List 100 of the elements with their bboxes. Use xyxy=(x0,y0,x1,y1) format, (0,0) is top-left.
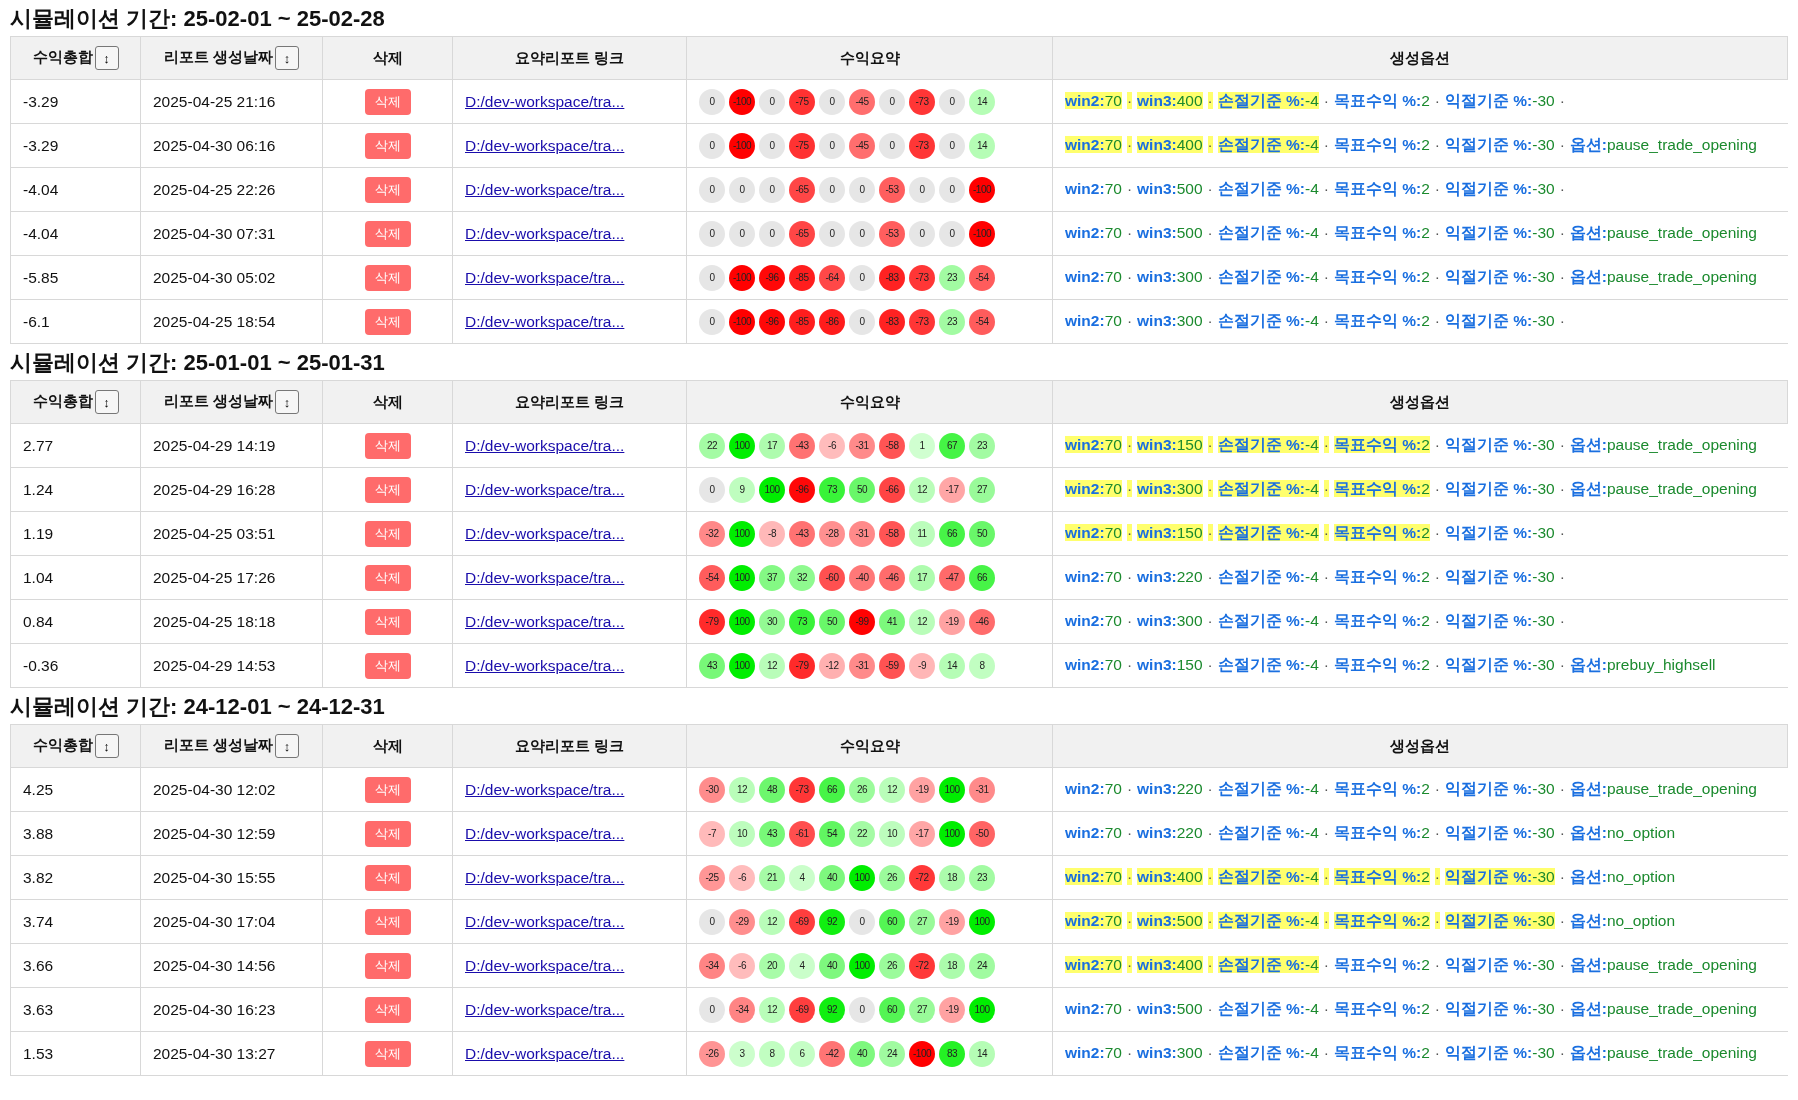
sort-button[interactable]: ↕ xyxy=(275,734,300,758)
option-item: 익절기준 %:-30 xyxy=(1445,480,1555,497)
option-item: win2:70 xyxy=(1065,224,1122,241)
report-link[interactable]: D:/dev-workspace/tra... xyxy=(465,92,625,110)
report-link[interactable]: D:/dev-workspace/tra... xyxy=(465,780,625,798)
profit-circle: -34 xyxy=(699,952,725,979)
profit-circle: 40 xyxy=(849,1040,875,1067)
table-cell: 2025-04-29 16:28 xyxy=(140,467,323,512)
profit-circle: -69 xyxy=(789,908,815,935)
profit-circle: -100 xyxy=(909,1040,935,1067)
column-label: 생성옵션 xyxy=(1390,48,1450,66)
profit-circle: -53 xyxy=(879,176,905,203)
table-cell: 2025-04-30 15:55 xyxy=(140,855,323,900)
profit-circle: 43 xyxy=(699,652,725,679)
option-item: 익절기준 %:-30 xyxy=(1445,912,1555,929)
sort-button[interactable]: ↕ xyxy=(275,46,300,70)
report-link[interactable]: D:/dev-workspace/tra... xyxy=(465,568,625,586)
column-label: 수익요약 xyxy=(839,392,900,410)
profit-circle: 73 xyxy=(819,476,845,503)
profit-circle: 66 xyxy=(939,520,965,547)
report-link[interactable]: D:/dev-workspace/tra... xyxy=(465,268,625,286)
separator-dot: · xyxy=(1323,1000,1329,1017)
separator-dot: · xyxy=(1207,268,1213,285)
profit-circle: 0 xyxy=(759,88,785,115)
sort-button[interactable]: ↕ xyxy=(94,390,119,414)
profit-circle: 0 xyxy=(879,132,905,159)
option-item: win3:500 xyxy=(1137,180,1203,197)
report-link[interactable]: D:/dev-workspace/tra... xyxy=(465,312,625,330)
profit-circle: 32 xyxy=(789,564,815,591)
option-item: 옵션:no_option xyxy=(1569,868,1676,885)
report-link[interactable]: D:/dev-workspace/tra... xyxy=(465,224,625,242)
separator-dot: · xyxy=(1323,656,1329,673)
report-link[interactable]: D:/dev-workspace/tra... xyxy=(465,1044,625,1062)
option-item: 손절기준 %:-4 xyxy=(1217,436,1319,453)
sort-button[interactable]: ↕ xyxy=(94,734,119,758)
option-item: 손절기준 %:-4 xyxy=(1217,612,1319,629)
profit-circle: 73 xyxy=(789,608,815,635)
report-link[interactable]: D:/dev-workspace/tra... xyxy=(465,656,625,674)
option-item: 목표수익 %:2 xyxy=(1333,1044,1430,1061)
separator-dot: · xyxy=(1207,1044,1213,1061)
profit-circle: 0 xyxy=(909,220,935,247)
separator-dot: · xyxy=(1207,612,1213,629)
table-cell: 1.19 xyxy=(10,511,141,556)
report-link[interactable]: D:/dev-workspace/tra... xyxy=(465,136,625,154)
report-link[interactable]: D:/dev-workspace/tra... xyxy=(465,436,625,454)
report-link[interactable]: D:/dev-workspace/tra... xyxy=(465,1000,625,1018)
profit-circle: -31 xyxy=(849,652,875,679)
sort-button[interactable]: ↕ xyxy=(275,390,300,414)
report-link[interactable]: D:/dev-workspace/tra... xyxy=(465,180,625,198)
profit-circle: -46 xyxy=(969,608,995,635)
profit-circle: -66 xyxy=(879,476,905,503)
separator-dot: · xyxy=(1126,612,1133,629)
profit-circle: -85 xyxy=(789,308,815,335)
profit-circle: -17 xyxy=(939,476,965,503)
report-link[interactable]: D:/dev-workspace/tra... xyxy=(465,912,625,930)
report-link[interactable]: D:/dev-workspace/tra... xyxy=(465,480,625,498)
option-item: 익절기준 %:-30 xyxy=(1445,656,1555,673)
profit-circle: 30 xyxy=(759,608,785,635)
report-link[interactable]: D:/dev-workspace/tra... xyxy=(465,612,625,630)
profit-circle: 41 xyxy=(879,608,905,635)
profit-circle: 0 xyxy=(939,176,965,203)
option-item: win3:300 xyxy=(1137,1044,1203,1061)
separator-dot: · xyxy=(1323,1044,1329,1061)
profit-circle: -61 xyxy=(789,820,815,847)
column-label: 요약리포트 링크 xyxy=(514,392,625,410)
profit-circle: 4 xyxy=(789,952,815,979)
option-item: win2:70 xyxy=(1065,656,1122,673)
separator-dot: · xyxy=(1434,268,1440,285)
profit-circle: -65 xyxy=(789,220,815,247)
profit-circle: -54 xyxy=(969,264,995,291)
option-item: 옵션:pause_trade_opening xyxy=(1569,956,1757,973)
option-item: 손절기준 %:-4 xyxy=(1217,780,1319,797)
profit-circle: 1 xyxy=(909,432,935,459)
sort-button[interactable]: ↕ xyxy=(94,46,119,70)
report-link[interactable]: D:/dev-workspace/tra... xyxy=(465,868,625,886)
report-link[interactable]: D:/dev-workspace/tra... xyxy=(465,824,625,842)
profit-circle: 100 xyxy=(939,776,965,803)
separator-dot: · xyxy=(1207,824,1213,841)
option-item: 손절기준 %:-4 xyxy=(1217,1044,1319,1061)
profit-circle: 23 xyxy=(939,264,965,291)
table-cell: 2025-04-30 17:04 xyxy=(140,899,323,944)
option-item: 손절기준 %:-4 xyxy=(1217,824,1319,841)
table-cell: -0.36 xyxy=(10,643,141,688)
profit-circle: 0 xyxy=(699,996,725,1023)
column-label: 수익요약 xyxy=(839,48,900,66)
option-item: 익절기준 %:-30 xyxy=(1445,180,1555,197)
profit-circle: 21 xyxy=(759,864,785,891)
option-item: win2:70 xyxy=(1065,524,1122,541)
report-link[interactable]: D:/dev-workspace/tra... xyxy=(465,524,625,542)
profit-circle: 0 xyxy=(699,176,725,203)
profit-circle: 0 xyxy=(939,132,965,159)
option-item: win2:70 xyxy=(1065,92,1122,109)
profit-circle: -64 xyxy=(819,264,845,291)
profit-circle: 10 xyxy=(729,820,755,847)
option-item: 익절기준 %:-30 xyxy=(1445,824,1555,841)
option-item: win2:70 xyxy=(1065,568,1122,585)
profit-circle: 14 xyxy=(969,1040,995,1067)
table-cell: 3.63 xyxy=(10,987,141,1032)
report-link[interactable]: D:/dev-workspace/tra... xyxy=(465,956,625,974)
table-cell: 1.53 xyxy=(10,1031,141,1076)
